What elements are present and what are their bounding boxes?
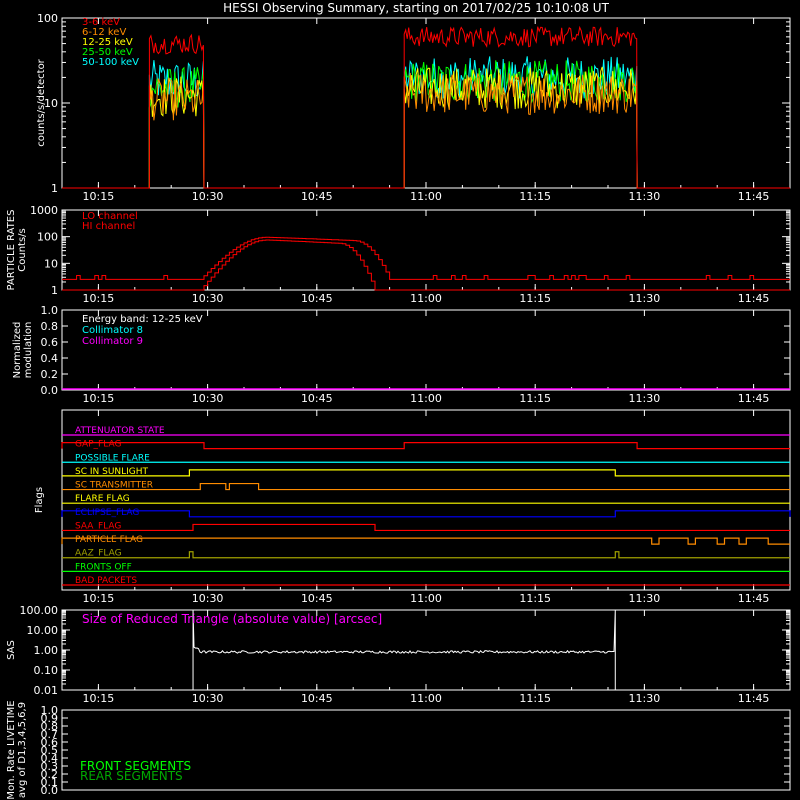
x-tick-label: 10:15 <box>83 692 115 705</box>
x-tick-label: 11:30 <box>629 190 661 203</box>
x-tick-label: 11:30 <box>629 692 661 705</box>
x-tick-label: 11:15 <box>519 592 551 605</box>
y-tick-label: 0.10 <box>34 664 59 677</box>
x-tick-label: 10:30 <box>192 392 224 405</box>
legend-entry: 6-12 keV <box>82 27 126 38</box>
y-tick-label: 0.0 <box>41 384 59 397</box>
legend-entry: Collimator 8 <box>82 325 143 336</box>
legend-entry: 3-6 keV <box>82 17 120 28</box>
legend-entry: 12-25 keV <box>82 37 133 48</box>
y-tick-label: 0.4 <box>41 352 59 365</box>
y-tick-label: 0.6 <box>41 336 59 349</box>
x-tick-label: 10:15 <box>83 190 115 203</box>
y-axis-label: PARTICLE RATES <box>6 210 17 291</box>
y-tick-label: 0.2 <box>41 368 59 381</box>
x-tick-label: 11:45 <box>738 692 770 705</box>
x-tick-label: 10:30 <box>192 292 224 305</box>
y-axis-label: SAS <box>6 640 17 660</box>
flag-label: FLARE FLAG <box>75 494 130 504</box>
x-tick-label: 11:30 <box>629 592 661 605</box>
flag-label: GAP_FLAG <box>75 440 121 450</box>
flag-label: SAA_FLAG <box>75 521 121 531</box>
x-tick-label: 11:15 <box>519 292 551 305</box>
x-tick-label: 10:30 <box>192 190 224 203</box>
x-tick-label: 10:45 <box>301 592 333 605</box>
flag-label: SC TRANSMITTER <box>75 481 153 491</box>
x-tick-label: 11:45 <box>738 190 770 203</box>
x-tick-label: 10:30 <box>192 592 224 605</box>
sas-annotation: Size of Reduced Triangle (absolute value… <box>82 612 382 626</box>
x-tick-label: 11:00 <box>410 292 442 305</box>
x-tick-label: 10:15 <box>83 292 115 305</box>
figure-background <box>0 0 800 800</box>
y-tick-label: 10.00 <box>27 624 59 637</box>
y-axis-label: Counts/s <box>17 228 28 272</box>
x-tick-label: 10:45 <box>301 190 333 203</box>
x-tick-label: 11:00 <box>410 692 442 705</box>
y-tick-label: 1.0 <box>41 704 59 717</box>
x-tick-label: 11:45 <box>738 392 770 405</box>
y-axis-label: avg of D1,3,4,5,6,9 <box>17 702 28 798</box>
y-tick-label: 10 <box>44 257 58 270</box>
y-tick-label: 1.0 <box>41 304 59 317</box>
flag-label: BAD PACKETS <box>75 576 137 586</box>
legend-entry: 25-50 keV <box>82 47 133 58</box>
y-tick-label: 0.8 <box>41 320 59 333</box>
legend-entry: Collimator 9 <box>82 336 143 347</box>
legend-entry: REAR SEGMENTS <box>80 769 183 783</box>
flag-label: ATTENUATOR STATE <box>75 426 165 436</box>
energy-band-label: Energy band: 12-25 keV <box>82 314 203 325</box>
flag-label: POSSIBLE FLARE <box>75 453 150 463</box>
legend-entry: HI channel <box>82 221 135 232</box>
y-axis-label: Mon. Rate LIVETIME <box>6 700 17 799</box>
hessi-summary-figure: HESSI Observing Summary, starting on 201… <box>0 0 800 800</box>
y-tick-label: 100 <box>37 12 58 25</box>
y-axis-label: modulation <box>23 322 34 379</box>
x-tick-label: 10:15 <box>83 592 115 605</box>
y-tick-label: 1000 <box>30 204 58 217</box>
x-tick-label: 11:00 <box>410 190 442 203</box>
figure-title: HESSI Observing Summary, starting on 201… <box>223 1 609 15</box>
x-tick-label: 11:15 <box>519 392 551 405</box>
y-tick-label: 100.00 <box>20 604 59 617</box>
legend-entry: 50-100 keV <box>82 57 139 68</box>
flag-label: FRONTS OFF <box>75 562 132 572</box>
y-axis-label: Flags <box>34 487 45 513</box>
y-tick-label: 0.01 <box>34 684 59 697</box>
x-tick-label: 10:15 <box>83 392 115 405</box>
x-tick-label: 10:45 <box>301 692 333 705</box>
y-tick-label: 100 <box>37 231 58 244</box>
flag-label: PARTICLE FLAG <box>75 535 143 545</box>
y-tick-label: 1.00 <box>34 644 59 657</box>
flag-label: ECLIPSE_FLAG <box>75 508 139 518</box>
x-tick-label: 10:30 <box>192 692 224 705</box>
x-tick-label: 11:15 <box>519 692 551 705</box>
x-tick-label: 11:45 <box>738 292 770 305</box>
x-tick-label: 11:00 <box>410 392 442 405</box>
flag-label: SC IN SUNLIGHT <box>75 467 149 477</box>
x-tick-label: 11:00 <box>410 592 442 605</box>
x-tick-label: 10:45 <box>301 292 333 305</box>
flag-label: AAZ_FLAG <box>75 549 122 559</box>
y-axis-label: Normalized <box>12 322 23 379</box>
x-tick-label: 11:45 <box>738 592 770 605</box>
y-axis-label: counts/s/detector <box>36 58 47 146</box>
x-tick-label: 11:30 <box>629 292 661 305</box>
x-tick-label: 10:45 <box>301 392 333 405</box>
x-tick-label: 11:30 <box>629 392 661 405</box>
y-tick-label: 1 <box>51 284 58 297</box>
x-tick-label: 11:15 <box>519 190 551 203</box>
y-tick-label: 1 <box>51 182 58 195</box>
